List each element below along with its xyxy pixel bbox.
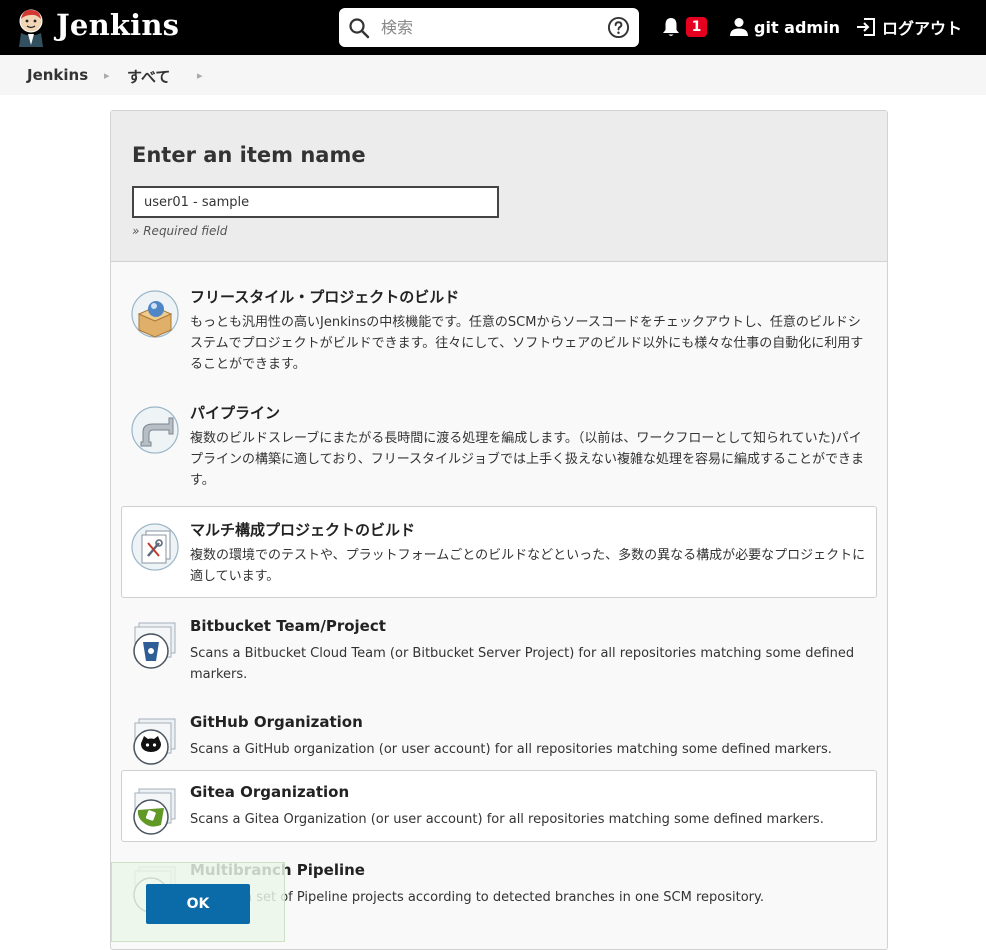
- item-type-freestyle[interactable]: フリースタイル・プロジェクトのビルド もっとも汎用性の高いJenkinsの中核機…: [121, 273, 877, 383]
- item-title: GitHub Organization: [190, 713, 363, 731]
- item-description: もっとも汎用性の高いJenkinsの中核機能です。任意のSCMからソースコードを…: [190, 315, 864, 372]
- breadcrumb-separator-icon[interactable]: ▸: [104, 69, 110, 82]
- new-item-panel: Enter an item name » Required field フリース…: [110, 110, 888, 950]
- breadcrumb-jenkins[interactable]: Jenkins: [27, 66, 88, 84]
- help-icon[interactable]: [607, 16, 630, 39]
- breadcrumb-separator-icon[interactable]: ▸: [197, 69, 203, 82]
- item-description: Scans a GitHub organization (or user acc…: [190, 742, 832, 757]
- item-description: Scans a Bitbucket Cloud Team (or Bitbuck…: [190, 646, 855, 682]
- pipeline-icon: [131, 406, 179, 454]
- required-field-note: » Required field: [132, 224, 228, 238]
- breadcrumb: Jenkins ▸ すべて ▸: [0, 55, 986, 95]
- item-title: Bitbucket Team/Project: [190, 617, 386, 635]
- gitea-icon: [133, 788, 176, 835]
- github-icon: [133, 718, 176, 765]
- item-title: フリースタイル・プロジェクトのビルド: [190, 288, 460, 306]
- item-type-github[interactable]: GitHub Organization Scans a GitHub organ…: [121, 700, 877, 766]
- search-input[interactable]: [381, 15, 591, 40]
- user-name: git admin: [754, 17, 840, 37]
- freestyle-project-icon: [131, 290, 179, 338]
- search-box[interactable]: [339, 8, 639, 47]
- bell-icon[interactable]: [660, 16, 682, 38]
- user-icon: [730, 18, 748, 36]
- logout-icon: [857, 18, 875, 36]
- search-icon: [349, 18, 370, 39]
- item-type-multi-config[interactable]: マルチ構成プロジェクトのビルド 複数の環境でのテストや、プラットフォームごとのビ…: [121, 506, 877, 598]
- item-description: Creates a set of Pipeline projects accor…: [190, 890, 764, 905]
- user-menu[interactable]: git admin: [730, 15, 840, 39]
- logout-label: ログアウト: [882, 19, 963, 38]
- item-name-input[interactable]: [132, 186, 499, 218]
- ok-button[interactable]: OK: [146, 884, 250, 924]
- item-name-heading: Enter an item name: [132, 143, 366, 167]
- breadcrumb-all[interactable]: すべて: [127, 66, 170, 87]
- brand-name[interactable]: Jenkins: [56, 8, 179, 42]
- item-description: 複数のビルドスレーブにまたがる長時間に渡る処理を編成します。（以前は、ワークフロ…: [190, 431, 865, 488]
- item-description: Scans a Gitea Organization (or user acco…: [190, 812, 824, 827]
- jenkins-logo-icon[interactable]: [14, 7, 48, 47]
- item-title: マルチ構成プロジェクトのビルド: [190, 521, 416, 539]
- multi-config-project-icon: [131, 523, 179, 571]
- item-type-pipeline[interactable]: パイプライン 複数のビルドスレーブにまたがる長時間に渡る処理を編成します。（以前…: [121, 389, 877, 499]
- item-title: パイプライン: [190, 404, 281, 422]
- item-type-bitbucket[interactable]: Bitbucket Team/Project Scans a Bitbucket…: [121, 604, 877, 694]
- item-name-section: Enter an item name » Required field: [111, 111, 887, 262]
- item-type-gitea[interactable]: Gitea Organization Scans a Gitea Organiz…: [121, 770, 877, 842]
- notification-badge[interactable]: 1: [686, 17, 707, 37]
- bitbucket-icon: [133, 622, 176, 669]
- item-title: Gitea Organization: [190, 783, 350, 801]
- logout-link[interactable]: ログアウト: [855, 15, 962, 39]
- top-header: Jenkins 1 git admin ログアウト: [0, 0, 986, 55]
- item-description: 複数の環境でのテストや、プラットフォームごとのビルドなどといった、多数の異なる構…: [190, 548, 866, 584]
